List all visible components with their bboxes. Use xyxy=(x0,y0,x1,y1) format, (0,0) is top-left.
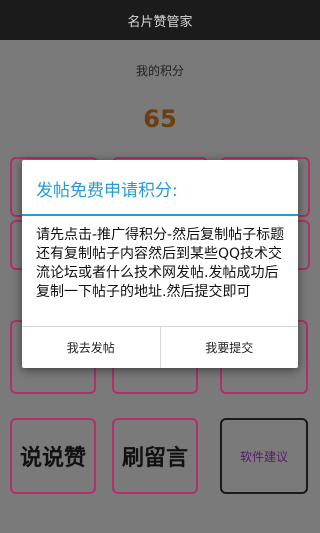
software-feedback-tile[interactable]: 软件建议 xyxy=(220,418,308,494)
software-feedback-label: 软件建议 xyxy=(239,449,288,464)
dialog-button-bar: 我去发帖 我要提交 xyxy=(22,326,298,368)
shuoshuo-like-label: 说说赞 xyxy=(19,445,86,471)
app-title: 名片赞管家 xyxy=(127,14,193,30)
apply-points-dialog: 发帖免费申请积分: 请先点击-推广得积分-然后复制帖子标题还有复制帖子内容然后到… xyxy=(22,160,298,368)
dialog-title: 发帖免费申请积分: xyxy=(36,181,178,201)
brush-comment-tile[interactable]: 刷留言 xyxy=(112,418,198,494)
points-label: 我的积分 xyxy=(135,64,184,78)
shuoshuo-like-tile[interactable]: 说说赞 xyxy=(10,418,96,494)
dialog-title-divider xyxy=(22,214,298,216)
brush-comment-label: 刷留言 xyxy=(121,445,188,471)
points-value: 65 xyxy=(143,105,177,133)
go-post-button[interactable]: 我去发帖 xyxy=(22,327,160,368)
submit-button[interactable]: 我要提交 xyxy=(159,327,299,368)
title-bar: 名片赞管家 xyxy=(0,0,320,40)
dialog-message: 请先点击-推广得积分-然后复制帖子标题还有复制帖子内容然后到某些QQ技术交流论坛… xyxy=(36,227,285,300)
